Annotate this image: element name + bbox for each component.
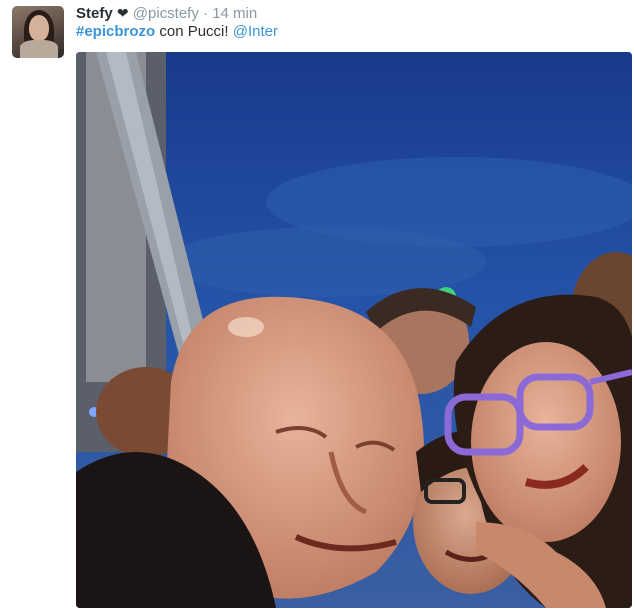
forehead-highlight (228, 317, 264, 337)
tweet-text-body: con Pucci! (155, 23, 233, 40)
cloud (166, 227, 486, 297)
tweet-header: Stefy ❤ @picstefy · 14 min (76, 4, 257, 23)
author-name[interactable]: Stefy (76, 5, 113, 22)
tweet: Stefy ❤ @picstefy · 14 min #epicbrozo co… (0, 0, 635, 609)
author-handle[interactable]: @picstefy (133, 5, 199, 22)
avatar-scarf (20, 40, 58, 58)
hashtag-link[interactable]: #epicbrozo (76, 23, 155, 40)
mention-link[interactable]: @Inter (233, 23, 278, 40)
tweet-timestamp[interactable]: 14 min (212, 5, 257, 22)
separator-dot: · (203, 5, 209, 22)
author-avatar[interactable] (12, 6, 64, 58)
tweet-text: #epicbrozo con Pucci! @Inter (76, 23, 278, 41)
avatar-face (29, 15, 49, 41)
tweet-photo[interactable] (76, 52, 632, 608)
woman-face (471, 342, 621, 542)
selfie-photo-illustration (76, 52, 632, 608)
heart-icon: ❤ (116, 5, 129, 21)
